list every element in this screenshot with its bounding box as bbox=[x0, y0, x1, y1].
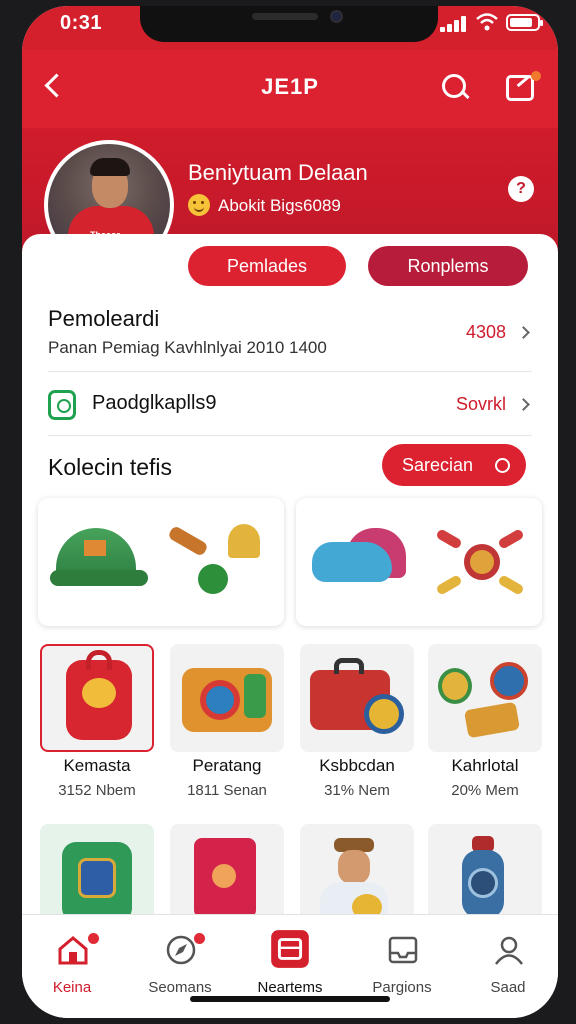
content-panel: Pemlades Ronplems Pemoleardi Panan Pemia… bbox=[22, 234, 558, 932]
chevron-right-icon bbox=[517, 398, 530, 411]
user-name: Beniytuam Delaan bbox=[188, 160, 368, 185]
phone-frame: 0:31 JE1P Thasor bbox=[0, 0, 576, 1024]
suitcase-toy-image bbox=[300, 644, 414, 752]
battery-icon bbox=[506, 14, 543, 31]
nav-label: Saad bbox=[490, 979, 526, 996]
dino-toy-image bbox=[312, 528, 412, 588]
notch bbox=[140, 6, 438, 42]
nav-home[interactable]: Keina bbox=[22, 927, 122, 997]
featured-card-2[interactable] bbox=[296, 498, 542, 626]
collection-search-button[interactable]: Sarecian bbox=[382, 444, 526, 486]
nav-items[interactable]: Neartems bbox=[240, 927, 340, 997]
info-row-2[interactable]: Paodglkaplls9 Sovrkl bbox=[48, 374, 532, 436]
nav-profile[interactable]: Saad bbox=[458, 927, 558, 997]
user-subtitle: Abokit Bigs6089 bbox=[218, 196, 341, 215]
nav-explore[interactable]: Seomans bbox=[130, 927, 230, 997]
notification-dot bbox=[531, 71, 541, 81]
grid-item-price: 1811 Senan bbox=[187, 782, 267, 799]
top-app-bar: JE1P bbox=[22, 50, 558, 128]
home-icon bbox=[58, 936, 88, 965]
search-icon[interactable] bbox=[436, 68, 472, 104]
status-bar: 0:31 bbox=[22, 6, 558, 50]
compass-icon bbox=[166, 935, 196, 965]
info-row-title: Paodglkaplls9 bbox=[92, 392, 217, 414]
grid-item-price: 31% Nem bbox=[324, 782, 390, 799]
bottom-nav: Keina Seomans Neartems Pargions Saad bbox=[22, 914, 558, 1018]
user-icon bbox=[495, 936, 523, 965]
nav-label: Neartems bbox=[257, 979, 323, 996]
info-row-value: 4308 bbox=[465, 322, 506, 342]
inbox-icon bbox=[271, 930, 309, 968]
tray-icon bbox=[388, 936, 418, 964]
grid-item-name: Peratang bbox=[192, 756, 262, 775]
notification-dot bbox=[88, 933, 99, 944]
signal-icon bbox=[440, 16, 470, 32]
nav-regions[interactable]: Pargions bbox=[352, 927, 452, 997]
help-icon[interactable]: ? bbox=[508, 176, 534, 202]
grid-item-name: Ksbbcdan bbox=[319, 756, 395, 775]
secondary-action-button[interactable]: Ronplems bbox=[368, 246, 528, 286]
home-indicator[interactable] bbox=[190, 996, 390, 1002]
wifi-icon bbox=[476, 13, 498, 31]
nav-label: Seomans bbox=[148, 979, 212, 996]
status-time: 0:31 bbox=[60, 12, 103, 34]
backpack-toy-image bbox=[40, 644, 154, 752]
badge-toy-image bbox=[428, 644, 542, 752]
collection-title: Kolecin tefis bbox=[48, 454, 173, 480]
featured-card-1[interactable] bbox=[38, 498, 284, 626]
chevron-right-icon bbox=[517, 326, 530, 339]
app-title: JE1P bbox=[261, 74, 319, 99]
nav-label: Keina bbox=[52, 979, 92, 996]
shield-icon bbox=[48, 390, 76, 420]
info-row-1[interactable]: Pemoleardi Panan Pemiag Kavhlnlyai 2010 … bbox=[48, 302, 532, 372]
nav-label: Pargions bbox=[372, 979, 432, 996]
back-icon[interactable] bbox=[36, 68, 72, 104]
info-row-value: Sovrkl bbox=[455, 394, 506, 414]
app-screen: 0:31 JE1P Thasor bbox=[22, 6, 558, 1018]
helmet-toy-image bbox=[50, 528, 150, 590]
smiley-icon bbox=[188, 194, 210, 216]
grid-item-name: Kemasta bbox=[63, 756, 131, 775]
info-row-subtitle: Panan Pemiag Kavhlnlyai 2010 1400 bbox=[48, 338, 327, 357]
primary-action-button[interactable]: Pemlades bbox=[188, 246, 346, 286]
horn-toy-image bbox=[167, 524, 278, 594]
grid-item-price: 3152 Nbem bbox=[58, 782, 136, 799]
grid-item-name: Kahrlotal bbox=[451, 756, 519, 775]
camera-toy-image bbox=[170, 644, 284, 752]
grid-item-price: 20% Mem bbox=[451, 782, 519, 799]
notification-dot bbox=[194, 933, 205, 944]
info-row-title: Pemoleardi bbox=[48, 306, 160, 331]
share-icon[interactable] bbox=[502, 68, 541, 106]
gear-toy-image bbox=[435, 524, 526, 600]
